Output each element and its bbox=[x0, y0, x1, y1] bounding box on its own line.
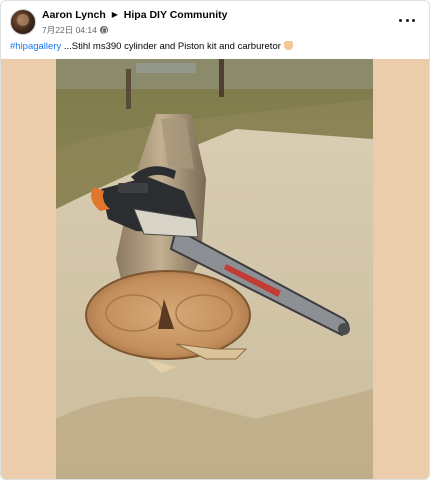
author-name[interactable]: Aaron Lynch bbox=[42, 9, 106, 21]
bar-tip bbox=[338, 323, 350, 335]
globe-icon bbox=[99, 26, 108, 34]
post-meta: 7月22日 04:14 bbox=[42, 24, 108, 36]
background-yard bbox=[56, 59, 373, 89]
photo-illustration bbox=[56, 59, 373, 479]
caret-right-icon: ▶ bbox=[111, 10, 118, 19]
background-object bbox=[136, 63, 196, 73]
tree-trunk-right bbox=[219, 59, 224, 97]
post-photo[interactable] bbox=[56, 59, 373, 479]
post-header: Aaron Lynch ▶ Hipa DIY Community 7月22日 0… bbox=[1, 1, 429, 39]
more-horizontal-icon bbox=[399, 18, 402, 22]
more-dot bbox=[405, 18, 409, 22]
group-name[interactable]: Hipa DIY Community bbox=[124, 9, 228, 21]
author-avatar[interactable] bbox=[10, 9, 36, 35]
more-dot bbox=[412, 18, 415, 22]
more-options-button[interactable] bbox=[399, 13, 415, 27]
post-date[interactable]: 7月22日 bbox=[42, 24, 73, 36]
hashtag-link[interactable]: #hipagallery bbox=[10, 41, 61, 52]
post-media[interactable] bbox=[1, 59, 429, 479]
feed-post: Aaron Lynch ▶ Hipa DIY Community 7月22日 0… bbox=[0, 0, 430, 480]
hand-emoji-icon bbox=[283, 41, 293, 50]
post-caption: #hipagallery ...Stihl ms390 cylinder and… bbox=[10, 41, 293, 52]
post-time[interactable]: 04:14 bbox=[76, 25, 97, 35]
author-line: Aaron Lynch ▶ Hipa DIY Community bbox=[42, 9, 227, 21]
chainsaw-air-filter bbox=[118, 183, 148, 193]
caption-text: ...Stihl ms390 cylinder and Piston kit a… bbox=[61, 41, 281, 52]
tree-trunk-left bbox=[126, 69, 131, 109]
